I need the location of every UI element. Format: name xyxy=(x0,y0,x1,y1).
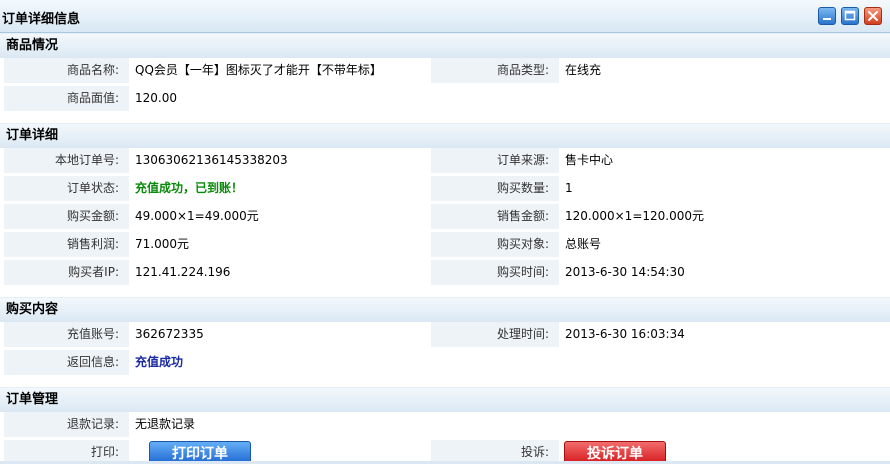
profit-value: 71.000元 xyxy=(129,232,431,257)
order-source-label: 订单来源: xyxy=(431,148,559,173)
order-no-label: 本地订单号: xyxy=(4,148,129,173)
target-label: 购买对象: xyxy=(431,232,559,257)
section-order-header: 订单详细 xyxy=(0,123,890,148)
refund-label: 退款记录: xyxy=(4,412,129,437)
buyer-ip-label: 购买者IP: xyxy=(4,260,129,285)
buy-time-value: 2013-6-30 14:54:30 xyxy=(559,260,886,285)
order-detail-window: 订单详细信息 商品情况 商品名称: QQ会员【一年】图标灭了才能开【不带年标】 … xyxy=(0,0,890,464)
close-icon xyxy=(868,11,878,21)
maximize-icon xyxy=(844,10,856,21)
minimize-button[interactable] xyxy=(818,7,836,25)
process-time-value: 2013-6-30 16:03:34 xyxy=(559,322,886,347)
content-row-1: 充值账号: 362672335 处理时间: 2013-6-30 16:03:34 xyxy=(0,322,890,350)
product-type-label: 商品类型: xyxy=(431,58,559,83)
manage-row-1: 退款记录: 无退款记录 xyxy=(0,412,890,440)
account-label: 充值账号: xyxy=(4,322,129,347)
refund-value: 无退款记录 xyxy=(129,412,431,437)
process-time-label: 处理时间: xyxy=(431,322,559,347)
title-bar: 订单详细信息 xyxy=(0,0,890,33)
product-name-label: 商品名称: xyxy=(4,58,129,83)
product-face-label: 商品面值: xyxy=(4,86,129,111)
order-row-4: 销售利润: 71.000元 购买对象: 总账号 xyxy=(0,232,890,260)
maximize-button[interactable] xyxy=(841,7,859,25)
order-row-1: 本地订单号: 13063062136145338203 订单来源: 售卡中心 xyxy=(0,148,890,176)
window-title: 订单详细信息 xyxy=(2,12,81,27)
return-info-value: 充值成功 xyxy=(129,350,431,375)
target-value: 总账号 xyxy=(559,232,886,257)
sale-amount-value: 120.000×1=120.000元 xyxy=(559,204,886,229)
section-product-header: 商品情况 xyxy=(0,33,890,58)
order-source-value: 售卡中心 xyxy=(559,148,886,173)
product-face-value: 120.00 xyxy=(129,86,431,111)
order-row-5: 购买者IP: 121.41.224.196 购买时间: 2013-6-30 14… xyxy=(0,260,890,288)
order-qty-label: 购买数量: xyxy=(431,176,559,201)
order-qty-value: 1 xyxy=(559,176,886,201)
section-manage-header: 订单管理 xyxy=(0,387,890,412)
close-button[interactable] xyxy=(864,7,882,25)
buy-amount-label: 购买金额: xyxy=(4,204,129,229)
product-type-value: 在线充 xyxy=(559,58,886,83)
buy-time-label: 购买时间: xyxy=(431,260,559,285)
profit-label: 销售利润: xyxy=(4,232,129,257)
account-value: 362672335 xyxy=(129,322,431,347)
order-status-value: 充值成功，已到账！ xyxy=(129,176,431,201)
product-row-2: 商品面值: 120.00 xyxy=(0,86,890,114)
buyer-ip-value: 121.41.224.196 xyxy=(129,260,431,285)
buy-amount-value: 49.000×1=49.000元 xyxy=(129,204,431,229)
order-row-3: 购买金额: 49.000×1=49.000元 销售金额: 120.000×1=1… xyxy=(0,204,890,232)
minimize-icon xyxy=(823,18,831,20)
return-info-label: 返回信息: xyxy=(4,350,129,375)
order-row-2: 订单状态: 充值成功，已到账！ 购买数量: 1 xyxy=(0,176,890,204)
product-name-value: QQ会员【一年】图标灭了才能开【不带年标】 xyxy=(129,58,431,83)
order-status-label: 订单状态: xyxy=(4,176,129,201)
content-row-2: 返回信息: 充值成功 xyxy=(0,350,890,378)
sale-amount-label: 销售金额: xyxy=(431,204,559,229)
order-no-value: 13063062136145338203 xyxy=(129,148,431,173)
product-row-1: 商品名称: QQ会员【一年】图标灭了才能开【不带年标】 商品类型: 在线充 xyxy=(0,58,890,86)
section-content-header: 购买内容 xyxy=(0,297,890,322)
